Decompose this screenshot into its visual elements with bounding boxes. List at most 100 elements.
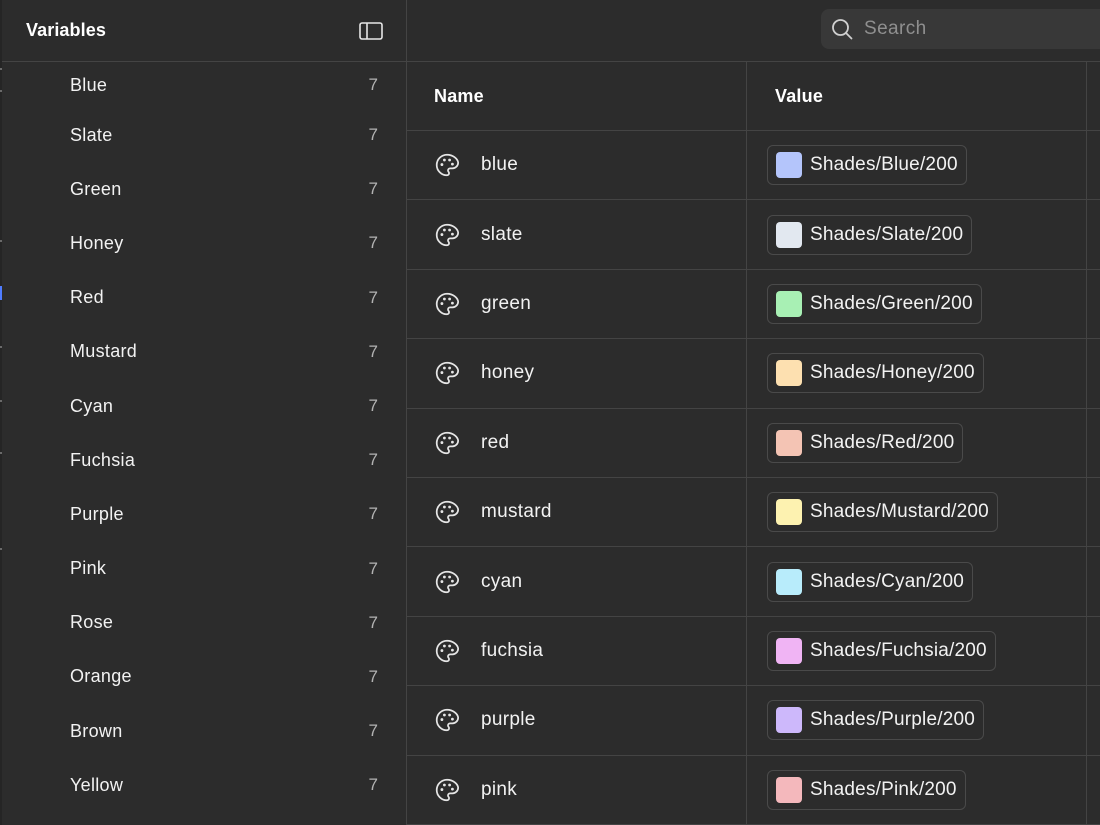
alias-value-label: Shades/Fuchsia/200 xyxy=(810,639,987,661)
table-row[interactable]: cyan Shades/Cyan/200 xyxy=(407,547,1100,617)
sidebar: Variables Blue 7 Slate 7 Green 7 Honey 7… xyxy=(0,0,407,825)
row-spacer xyxy=(1087,200,1100,268)
variable-name-cell[interactable]: purple xyxy=(407,686,747,755)
collection-item[interactable]: Yellow 7 xyxy=(0,758,406,812)
row-spacer xyxy=(1087,686,1100,754)
edge-tick xyxy=(0,68,2,70)
alias-value-chip[interactable]: Shades/Green/200 xyxy=(767,283,982,324)
alias-value-chip[interactable]: Shades/Purple/200 xyxy=(767,700,985,741)
variable-name-cell[interactable]: red xyxy=(407,408,747,477)
variable-name-cell[interactable]: fuchsia xyxy=(407,616,747,686)
collection-item[interactable]: Slate 7 xyxy=(0,108,406,162)
collection-label: Purple xyxy=(70,503,124,524)
alias-value-chip[interactable]: Shades/Slate/200 xyxy=(767,214,973,255)
collection-count: 7 xyxy=(368,125,378,145)
collection-item[interactable]: Mustard 7 xyxy=(0,325,406,379)
column-header-value[interactable]: Value xyxy=(747,62,1087,130)
table-header: Name Value xyxy=(407,62,1100,131)
row-spacer xyxy=(1087,270,1100,338)
palette-icon xyxy=(434,499,460,525)
variable-name: red xyxy=(481,431,510,453)
collection-label: Orange xyxy=(70,666,132,687)
color-swatch xyxy=(776,637,802,664)
color-swatch xyxy=(776,707,802,734)
edge-tick xyxy=(0,452,2,454)
column-header-value-label: Value xyxy=(775,85,824,106)
alias-value-chip[interactable]: Shades/Honey/200 xyxy=(767,353,984,394)
collection-label: Mustard xyxy=(70,341,138,362)
color-swatch xyxy=(776,152,802,179)
collection-count: 7 xyxy=(368,612,378,632)
row-spacer xyxy=(1087,756,1100,824)
column-header-spacer xyxy=(1087,62,1100,130)
variable-name: slate xyxy=(481,223,523,245)
collection-label: Fuchsia xyxy=(70,449,136,470)
table-row[interactable]: red Shades/Red/200 xyxy=(407,408,1100,478)
color-swatch xyxy=(776,429,802,456)
collection-item[interactable]: Pink 7 xyxy=(0,542,406,596)
alias-value-chip[interactable]: Shades/Red/200 xyxy=(767,422,964,463)
variables-table: Name Value blue Shades/Blue/200 slate Sh… xyxy=(407,62,1100,825)
sidebar-header: Variables xyxy=(0,0,406,62)
table-row[interactable]: slate Shades/Slate/200 xyxy=(407,200,1100,270)
row-spacer xyxy=(1087,617,1100,685)
color-swatch xyxy=(776,221,802,248)
collection-item[interactable]: Rose 7 xyxy=(0,596,406,650)
alias-value-chip[interactable]: Shades/Cyan/200 xyxy=(767,561,974,602)
edge-tick xyxy=(0,90,2,92)
alias-value-chip[interactable]: Shades/Blue/200 xyxy=(767,145,967,186)
variable-name-cell[interactable]: green xyxy=(407,269,747,339)
alias-value-chip[interactable]: Shades/Fuchsia/200 xyxy=(767,630,996,671)
table-row[interactable]: green Shades/Green/200 xyxy=(407,269,1100,340)
collection-count: 7 xyxy=(368,504,378,524)
column-header-name[interactable]: Name xyxy=(407,62,747,130)
table-body: blue Shades/Blue/200 slate Shades/Slate/… xyxy=(407,131,1100,825)
search-box[interactable] xyxy=(821,9,1100,49)
collection-count: 7 xyxy=(368,666,378,686)
alias-value-label: Shades/Blue/200 xyxy=(810,154,958,176)
collection-item[interactable]: Honey 7 xyxy=(0,216,406,270)
row-spacer xyxy=(1087,478,1100,546)
alias-value-chip[interactable]: Shades/Pink/200 xyxy=(767,769,966,810)
palette-icon xyxy=(434,222,460,248)
collection-list: Blue 7 Slate 7 Green 7 Honey 7 Red 7 Mus… xyxy=(0,62,406,812)
collection-label: Slate xyxy=(70,124,113,145)
table-row[interactable]: honey Shades/Honey/200 xyxy=(407,339,1100,409)
collection-label: Brown xyxy=(70,720,123,741)
collection-item[interactable]: Blue 7 xyxy=(0,62,406,108)
collection-label: Blue xyxy=(70,74,108,95)
variable-name-cell[interactable]: mustard xyxy=(407,477,747,547)
search-input[interactable] xyxy=(862,17,1100,41)
palette-icon xyxy=(434,777,460,803)
variable-name-cell[interactable]: blue xyxy=(407,131,747,200)
table-row[interactable]: pink Shades/Pink/200 xyxy=(407,755,1100,825)
variable-name-cell[interactable]: cyan xyxy=(407,547,747,616)
edge-selection-marker xyxy=(0,286,2,300)
edge-tick xyxy=(0,400,2,402)
alias-value-label: Shades/Cyan/200 xyxy=(810,570,965,592)
main-panel: Name Value blue xyxy=(407,0,1100,825)
collection-item[interactable]: Purple 7 xyxy=(0,487,406,541)
palette-icon xyxy=(434,291,460,317)
row-spacer xyxy=(1087,409,1100,477)
collection-item[interactable]: Green 7 xyxy=(0,162,406,216)
collection-item[interactable]: Orange 7 xyxy=(0,650,406,704)
table-row[interactable]: blue Shades/Blue/200 xyxy=(407,131,1100,201)
sidebar-panel-icon[interactable] xyxy=(358,21,384,41)
collection-item[interactable]: Fuchsia 7 xyxy=(0,433,406,487)
table-row[interactable]: purple Shades/Purple/200 xyxy=(407,686,1100,756)
variable-name-cell[interactable]: slate xyxy=(407,200,747,269)
collection-item[interactable]: Red 7 xyxy=(0,271,406,325)
collection-item[interactable]: Brown 7 xyxy=(0,704,406,758)
table-row[interactable]: fuchsia Shades/Fuchsia/200 xyxy=(407,616,1100,687)
alias-value-chip[interactable]: Shades/Mustard/200 xyxy=(767,492,998,533)
variable-name-cell[interactable]: pink xyxy=(407,755,747,824)
collection-label: Honey xyxy=(70,232,124,253)
variable-name: blue xyxy=(481,154,519,176)
variable-name-cell[interactable]: honey xyxy=(407,339,747,408)
table-row[interactable]: mustard Shades/Mustard/200 xyxy=(407,477,1100,548)
variable-value-cell: Shades/Red/200 xyxy=(747,408,1087,477)
collection-item[interactable]: Cyan 7 xyxy=(0,379,406,433)
palette-icon xyxy=(434,430,460,456)
left-edge-strip xyxy=(0,0,2,825)
